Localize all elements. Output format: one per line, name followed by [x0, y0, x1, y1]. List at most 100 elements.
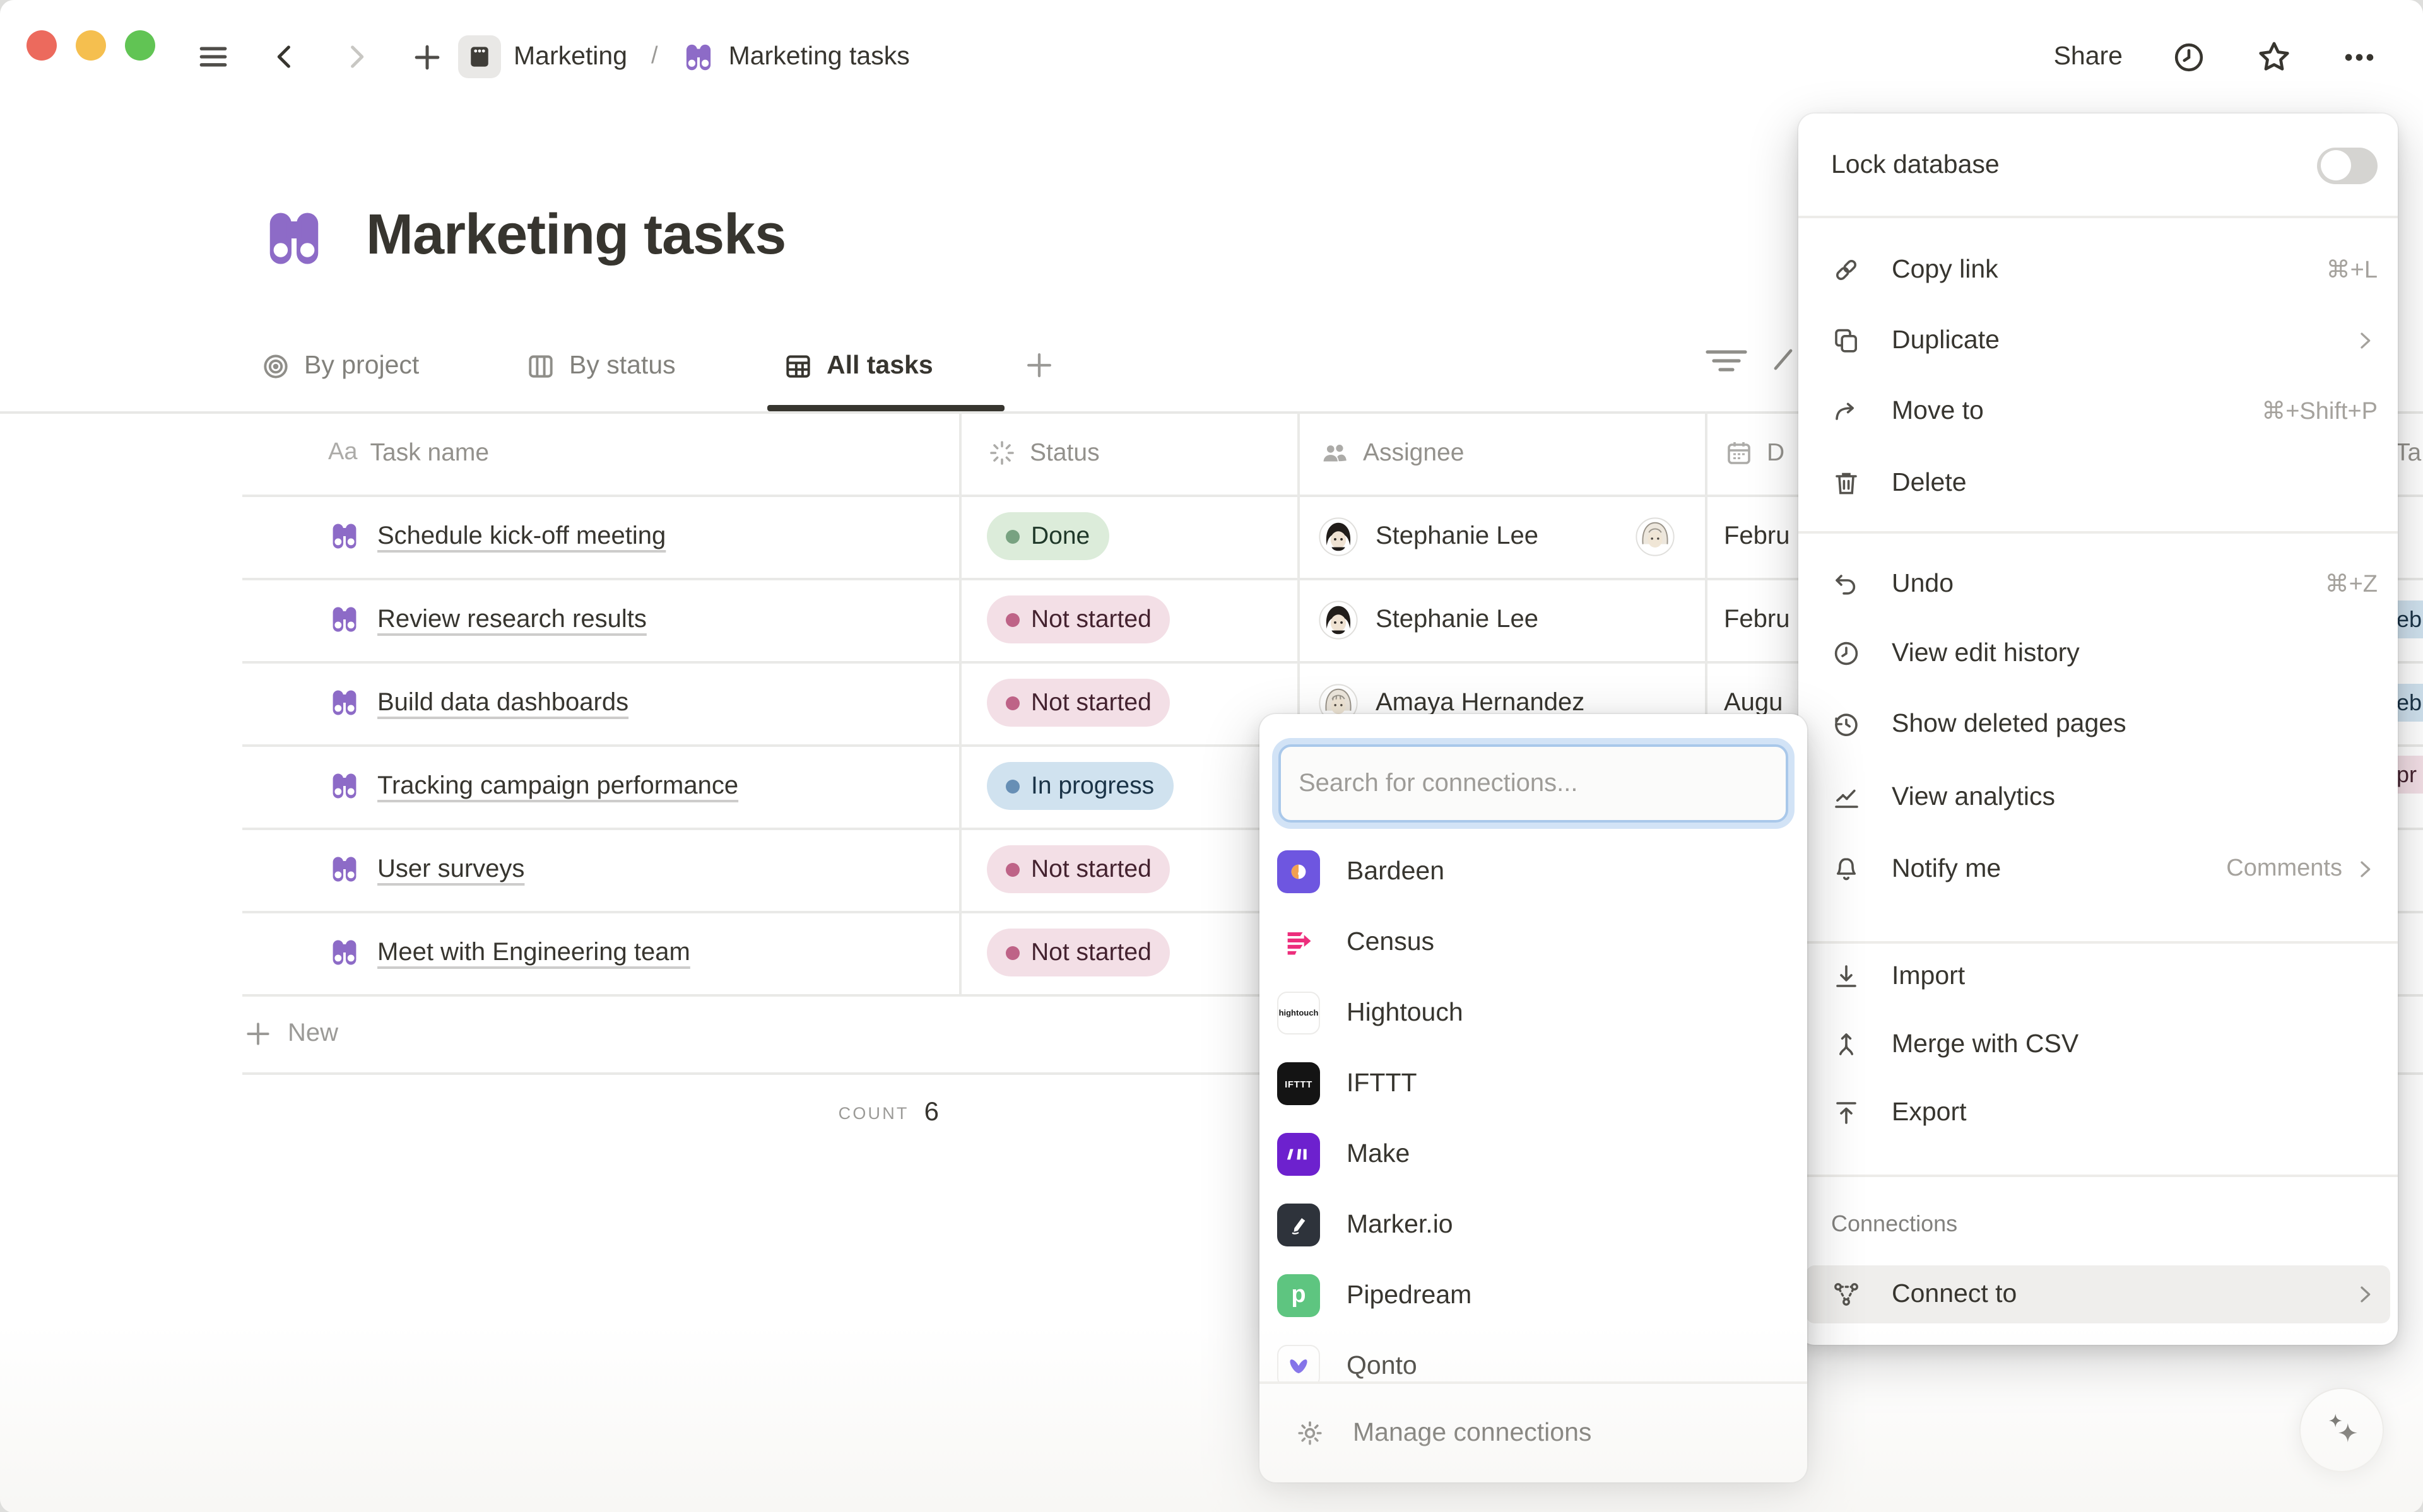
status-cell[interactable]: Not started: [959, 578, 1297, 661]
column-header-tags[interactable]: Ta: [2395, 411, 2421, 495]
menu-divider: [1798, 1175, 2398, 1176]
status-dot: [1006, 862, 1020, 876]
forward-icon[interactable]: [339, 40, 372, 73]
task-name-link[interactable]: User surveys: [377, 855, 524, 884]
connection-item-make[interactable]: Make: [1267, 1127, 1800, 1182]
window-minimize-button[interactable]: [76, 30, 106, 61]
tag-pill-fragment[interactable]: eb: [2394, 684, 2423, 722]
text-type-icon: Aa: [328, 439, 358, 467]
task-name-link[interactable]: Schedule kick-off meeting: [377, 522, 666, 551]
qonto-logo-icon: [1277, 1345, 1320, 1381]
column-header-status[interactable]: Status: [987, 411, 1100, 495]
task-name-link[interactable]: Meet with Engineering team: [377, 938, 690, 967]
status-cell[interactable]: Not started: [959, 911, 1297, 994]
connection-item-bardeen[interactable]: Bardeen: [1267, 844, 1800, 900]
assignee-cell[interactable]: Stephanie Lee: [1297, 578, 1705, 661]
share-button[interactable]: Share: [2054, 42, 2123, 72]
count-value: 6: [924, 1098, 939, 1128]
calendar-icon: [1724, 438, 1754, 468]
bardeen-logo-icon: [1277, 850, 1320, 893]
sidebar-menu-icon[interactable]: [196, 39, 231, 74]
count-summary[interactable]: COUNT 6: [242, 1082, 939, 1143]
status-cell[interactable]: In progress: [959, 744, 1297, 828]
page-title[interactable]: Marketing tasks: [366, 202, 786, 267]
menu-item-show-deleted-pages[interactable]: Show deleted pages: [1806, 696, 2390, 752]
hightouch-logo-icon: hightouch: [1277, 992, 1320, 1034]
duplicate-icon: [1831, 325, 1861, 356]
task-name-link[interactable]: Review research results: [377, 605, 647, 634]
assignee-name: Stephanie Lee: [1376, 605, 1538, 634]
menu-item-view-edit-history[interactable]: View edit history: [1806, 626, 2390, 681]
menu-item-view-analytics[interactable]: View analytics: [1806, 770, 2390, 825]
status-cell[interactable]: Not started: [959, 828, 1297, 911]
date-text: Febru: [1724, 522, 1790, 551]
binoculars-icon: [328, 770, 361, 802]
task-name-cell[interactable]: Meet with Engineering team: [242, 911, 959, 994]
connection-item-qonto[interactable]: Qonto: [1267, 1339, 1800, 1381]
menu-item-delete[interactable]: Delete: [1806, 455, 2390, 511]
breadcrumb-separator: /: [651, 43, 658, 71]
column-header-task-name[interactable]: Aa Task name: [328, 411, 489, 495]
task-name-link[interactable]: Build data dashboards: [377, 688, 628, 717]
lock-toggle[interactable]: [2317, 147, 2378, 184]
connection-item-hightouch[interactable]: hightouch Hightouch: [1267, 985, 1800, 1041]
connections-list: Bardeen Census hightouch Hightouch IFTTT…: [1259, 714, 1807, 1381]
connections-popup: Bardeen Census hightouch Hightouch IFTTT…: [1259, 714, 1807, 1482]
add-view-icon[interactable]: [1022, 348, 1056, 382]
manage-connections-button[interactable]: Manage connections: [1267, 1405, 1800, 1461]
menu-item-copy-link[interactable]: Copy link ⌘+L: [1806, 242, 2390, 298]
connection-item-markerio[interactable]: Marker.io: [1267, 1197, 1800, 1253]
breadcrumb-root[interactable]: Marketing: [514, 42, 627, 72]
menu-item-merge-with-csv[interactable]: Merge with CSV: [1806, 1017, 2390, 1072]
menu-item-move-to[interactable]: Move to ⌘+Shift+P: [1806, 384, 2390, 439]
status-label: Not started: [1031, 938, 1152, 967]
assignee-cell[interactable]: Stephanie Lee: [1297, 495, 1705, 578]
menu-item-lock-database[interactable]: Lock database: [1806, 138, 2390, 193]
menu-item-undo[interactable]: Undo ⌘+Z: [1806, 556, 2390, 612]
breadcrumb-current[interactable]: Marketing tasks: [729, 42, 910, 72]
connection-item-pipedream[interactable]: p Pipedream: [1267, 1268, 1800, 1323]
sort-icon[interactable]: [1772, 346, 1795, 376]
task-name-link[interactable]: Tracking campaign performance: [377, 771, 738, 800]
tab-by-project[interactable]: By project: [260, 331, 419, 401]
people-icon: [1319, 437, 1350, 469]
count-label: COUNT: [839, 1103, 909, 1122]
new-page-icon[interactable]: [410, 40, 444, 74]
restore-history-icon: [1831, 709, 1861, 739]
binoculars-icon: [328, 936, 361, 969]
favorite-star-icon[interactable]: [2255, 38, 2293, 76]
tab-label: By status: [569, 351, 676, 381]
status-cell[interactable]: Not started: [959, 661, 1297, 744]
task-name-cell[interactable]: Build data dashboards: [242, 661, 959, 744]
clock-icon[interactable]: [2171, 38, 2207, 75]
window-zoom-button[interactable]: [125, 30, 155, 61]
gear-icon: [1295, 1418, 1325, 1448]
notify-value: Comments: [2226, 855, 2342, 883]
date-text: Febru: [1724, 605, 1790, 634]
column-header-date[interactable]: D: [1724, 411, 1784, 495]
menu-item-notify-me[interactable]: Notify me Comments: [1806, 841, 2390, 897]
tab-by-status[interactable]: By status: [525, 331, 676, 401]
task-name-cell[interactable]: User surveys: [242, 828, 959, 911]
menu-item-export[interactable]: Export: [1806, 1085, 2390, 1140]
menu-item-duplicate[interactable]: Duplicate: [1806, 313, 2390, 368]
filter-icon[interactable]: [1704, 343, 1749, 378]
notion-window: Marketing / Marketing tasks Share Market…: [0, 0, 2423, 1512]
tag-pill-fragment[interactable]: pr: [2394, 756, 2423, 794]
tag-pill-fragment[interactable]: eb: [2394, 601, 2423, 638]
task-name-cell[interactable]: Tracking campaign performance: [242, 744, 959, 828]
page-icon-binoculars[interactable]: [260, 204, 328, 273]
menu-item-import[interactable]: Import: [1806, 949, 2390, 1004]
more-options-icon[interactable]: [2341, 38, 2378, 75]
connection-item-ifttt[interactable]: IFTTT IFTTT: [1267, 1056, 1800, 1111]
task-name-cell[interactable]: Review research results: [242, 578, 959, 661]
window-close-button[interactable]: [27, 30, 57, 61]
menu-item-connect-to[interactable]: Connect to: [1806, 1265, 2390, 1323]
notion-ai-button[interactable]: [2299, 1388, 2384, 1472]
status-cell[interactable]: Done: [959, 495, 1297, 578]
column-header-assignee[interactable]: Assignee: [1319, 411, 1464, 495]
connection-item-census[interactable]: Census: [1267, 915, 1800, 970]
back-icon[interactable]: [269, 40, 302, 73]
task-name-cell[interactable]: Schedule kick-off meeting: [242, 495, 959, 578]
tab-all-tasks[interactable]: All tasks: [782, 331, 933, 401]
